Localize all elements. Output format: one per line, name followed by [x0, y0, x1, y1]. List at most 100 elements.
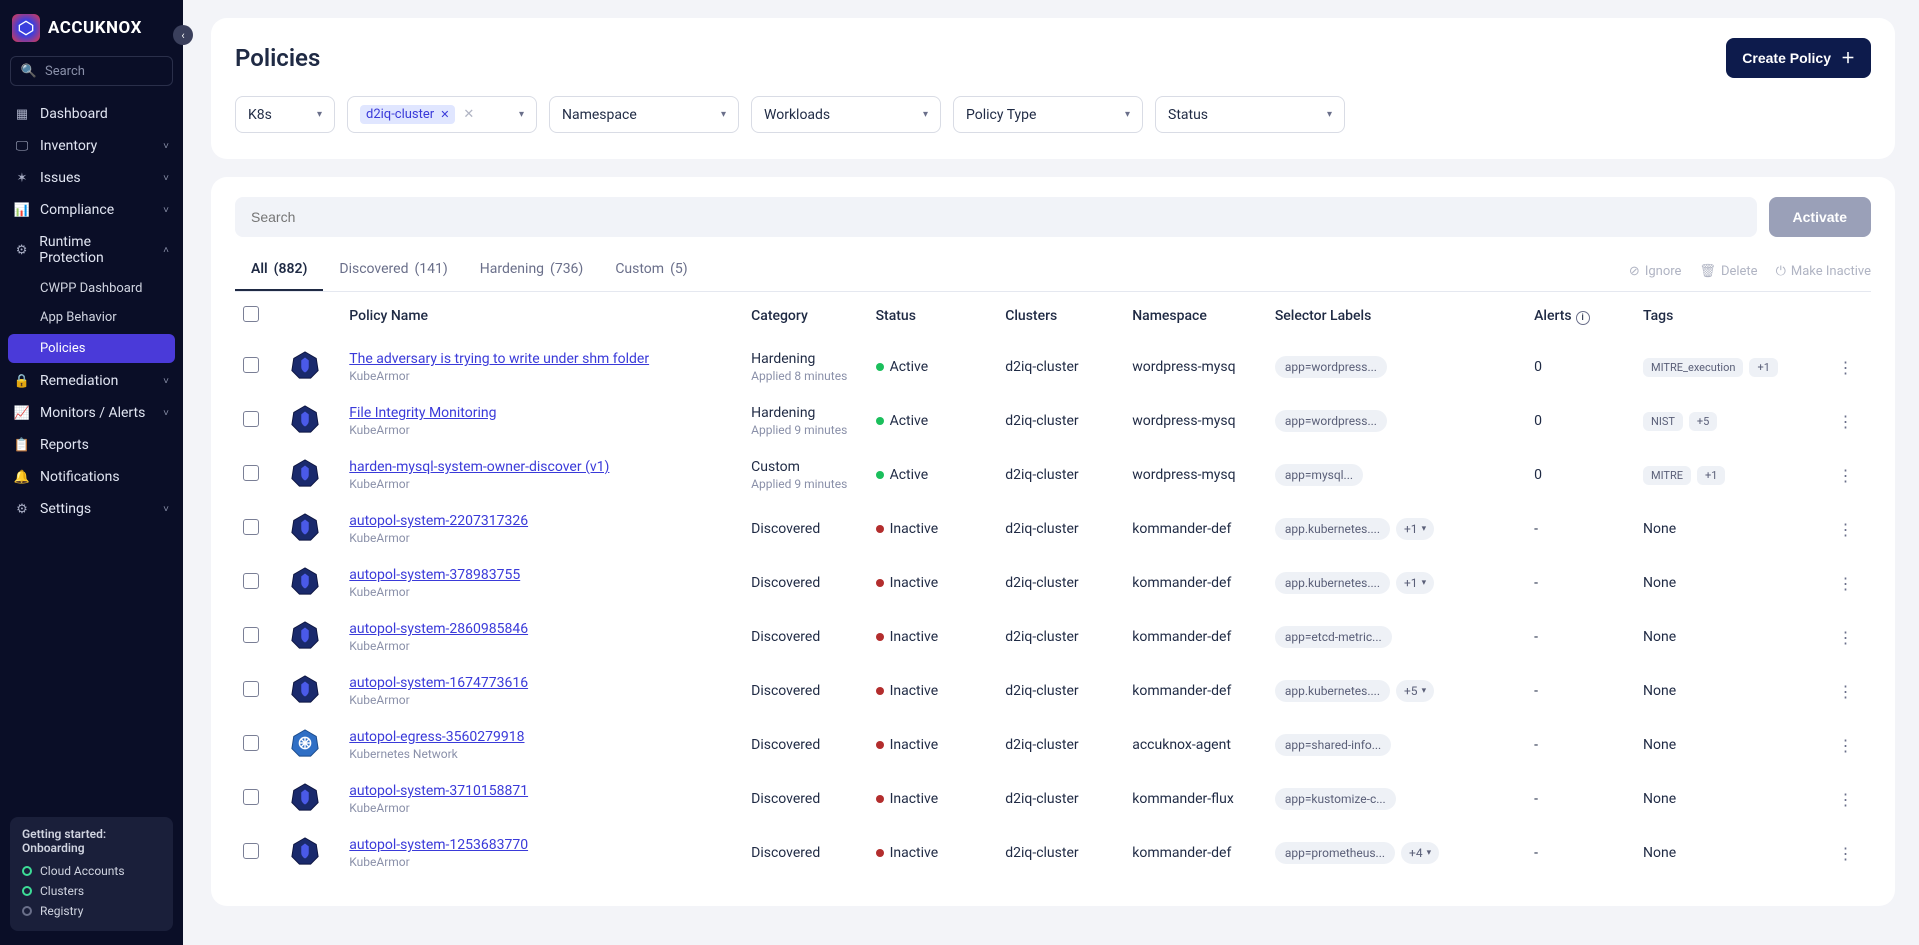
sidebar-item-reports[interactable]: 📋Reports [0, 429, 183, 461]
row-more-button[interactable]: ⋮ [1837, 736, 1853, 755]
policy-applied-time: Applied 9 minutes [751, 477, 859, 491]
row-checkbox[interactable] [243, 465, 259, 481]
onboarding-step[interactable]: Registry [22, 901, 161, 921]
policy-name-link[interactable]: autopol-system-378983755 [349, 567, 520, 583]
sidebar-item-monitors-alerts[interactable]: 📈Monitors / Alerts˅ [0, 397, 183, 429]
step-status-icon [22, 866, 32, 876]
tab-all[interactable]: All(882) [235, 251, 323, 291]
policy-name-link[interactable]: autopol-system-1253683770 [349, 837, 528, 853]
filter-status[interactable]: Status▾ [1155, 96, 1345, 133]
onboarding-step[interactable]: Cloud Accounts [22, 861, 161, 881]
row-more-button[interactable]: ⋮ [1837, 466, 1853, 485]
chip-close-icon[interactable]: ✕ [440, 108, 449, 121]
sidebar-item-dashboard[interactable]: ▦Dashboard [0, 98, 183, 130]
label-more-button[interactable]: +1 ▾ [1396, 518, 1434, 540]
nav-label: Monitors / Alerts [40, 405, 145, 421]
table-row: autopol-system-2207317326 KubeArmor Disc… [235, 502, 1871, 556]
row-checkbox[interactable] [243, 357, 259, 373]
sidebar-item-settings[interactable]: ⚙Settings˅ [0, 493, 183, 525]
policy-cluster: d2iq-cluster [997, 610, 1124, 664]
sidebar-collapse-button[interactable]: ‹ [173, 25, 193, 45]
row-more-button[interactable]: ⋮ [1837, 574, 1853, 593]
select-all-checkbox[interactable] [243, 306, 259, 322]
tag-pill: MITRE [1643, 466, 1691, 485]
row-more-button[interactable]: ⋮ [1837, 790, 1853, 809]
policy-alerts: 0 [1526, 340, 1635, 394]
policy-alerts: - [1526, 610, 1635, 664]
policy-namespace: wordpress-mysq [1124, 394, 1267, 448]
policy-name-link[interactable]: The adversary is trying to write under s… [349, 351, 649, 367]
chevron-down-icon: ˅ [163, 376, 169, 387]
row-checkbox[interactable] [243, 573, 259, 589]
row-checkbox[interactable] [243, 681, 259, 697]
row-checkbox[interactable] [243, 735, 259, 751]
tag-none: None [1643, 521, 1676, 537]
create-policy-button[interactable]: Create Policy ＋ [1726, 38, 1871, 78]
label-more-button[interactable]: +4 ▾ [1401, 842, 1439, 864]
policy-alerts: - [1526, 772, 1635, 826]
sidebar-item-notifications[interactable]: 🔔Notifications [0, 461, 183, 493]
policy-type-icon [290, 512, 320, 542]
chevron-down-icon: ▾ [519, 109, 524, 120]
sidebar-item-runtime-protection[interactable]: ⚙Runtime Protection˄ [0, 226, 183, 274]
row-more-button[interactable]: ⋮ [1837, 844, 1853, 863]
policy-tags: None [1635, 610, 1829, 664]
policy-namespace: kommander-def [1124, 664, 1267, 718]
filter-policy-type[interactable]: Policy Type▾ [953, 96, 1143, 133]
policy-name-link[interactable]: File Integrity Monitoring [349, 405, 496, 421]
row-checkbox[interactable] [243, 627, 259, 643]
tab-discovered[interactable]: Discovered(141) [323, 251, 463, 291]
sidebar-item-compliance[interactable]: 📊Compliance˅ [0, 194, 183, 226]
policy-name-link[interactable]: autopol-system-2207317326 [349, 513, 528, 529]
policy-name-link[interactable]: autopol-system-1674773616 [349, 675, 528, 691]
sidebar-item-inventory[interactable]: 🖵Inventory˅ [0, 130, 183, 162]
policy-name-link[interactable]: harden-mysql-system-owner-discover (v1) [349, 459, 609, 475]
label-more-button[interactable]: +1 ▾ [1396, 572, 1434, 594]
label-more-button[interactable]: +5 ▾ [1396, 680, 1434, 702]
sidebar-item-remediation[interactable]: 🔒Remediation˅ [0, 365, 183, 397]
action-delete[interactable]: 🗑Delete [1699, 264, 1757, 279]
policy-cluster: d2iq-cluster [997, 718, 1124, 772]
sidebar-subitem-cwpp-dashboard[interactable]: CWPP Dashboard [0, 274, 183, 303]
tab-custom[interactable]: Custom(5) [599, 251, 703, 291]
sidebar-item-issues[interactable]: ✶Issues˅ [0, 162, 183, 194]
action-make-inactive[interactable]: ⏻Make Inactive [1776, 264, 1871, 279]
row-checkbox[interactable] [243, 411, 259, 427]
policy-name-link[interactable]: autopol-system-2860985846 [349, 621, 528, 637]
row-checkbox[interactable] [243, 789, 259, 805]
tab-label: Hardening [480, 261, 544, 279]
col-alerts: Alertsi [1526, 292, 1635, 340]
row-checkbox[interactable] [243, 843, 259, 859]
policy-alerts: - [1526, 502, 1635, 556]
table-search-input[interactable] [235, 197, 1757, 237]
policy-tool: KubeArmor [349, 801, 735, 815]
sidebar-search[interactable]: 🔍 Search [10, 56, 173, 86]
sidebar-subitem-app-behavior[interactable]: App Behavior [0, 303, 183, 332]
nav-icon: ⚙ [14, 501, 30, 517]
row-more-button[interactable]: ⋮ [1837, 520, 1853, 539]
row-more-button[interactable]: ⋮ [1837, 412, 1853, 431]
tab-hardening[interactable]: Hardening(736) [464, 251, 600, 291]
filter-d-iq-cluster[interactable]: d2iq-cluster✕✕▾ [347, 96, 537, 133]
filter-k-s[interactable]: K8s▾ [235, 96, 335, 133]
row-more-button[interactable]: ⋮ [1837, 628, 1853, 647]
row-more-button[interactable]: ⋮ [1837, 682, 1853, 701]
table-row: The adversary is trying to write under s… [235, 340, 1871, 394]
policy-cluster: d2iq-cluster [997, 502, 1124, 556]
activate-button[interactable]: Activate [1769, 197, 1871, 237]
policy-name-link[interactable]: autopol-egress-3560279918 [349, 729, 524, 745]
clear-filter-icon[interactable]: ✕ [463, 107, 474, 122]
sidebar-subitem-policies[interactable]: Policies [8, 334, 175, 363]
row-more-button[interactable]: ⋮ [1837, 358, 1853, 377]
policy-namespace: kommander-flux [1124, 772, 1267, 826]
row-checkbox[interactable] [243, 519, 259, 535]
filter-workloads[interactable]: Workloads▾ [751, 96, 941, 133]
policy-alerts: 0 [1526, 394, 1635, 448]
policy-name-link[interactable]: autopol-system-3710158871 [349, 783, 528, 799]
onboarding-step[interactable]: Clusters [22, 881, 161, 901]
chevron-down-icon: ▾ [923, 109, 928, 120]
nav-label: Runtime Protection [39, 234, 153, 266]
status-dot-icon [876, 363, 884, 371]
action-ignore[interactable]: ⊘Ignore [1629, 264, 1682, 279]
filter-namespace[interactable]: Namespace▾ [549, 96, 739, 133]
